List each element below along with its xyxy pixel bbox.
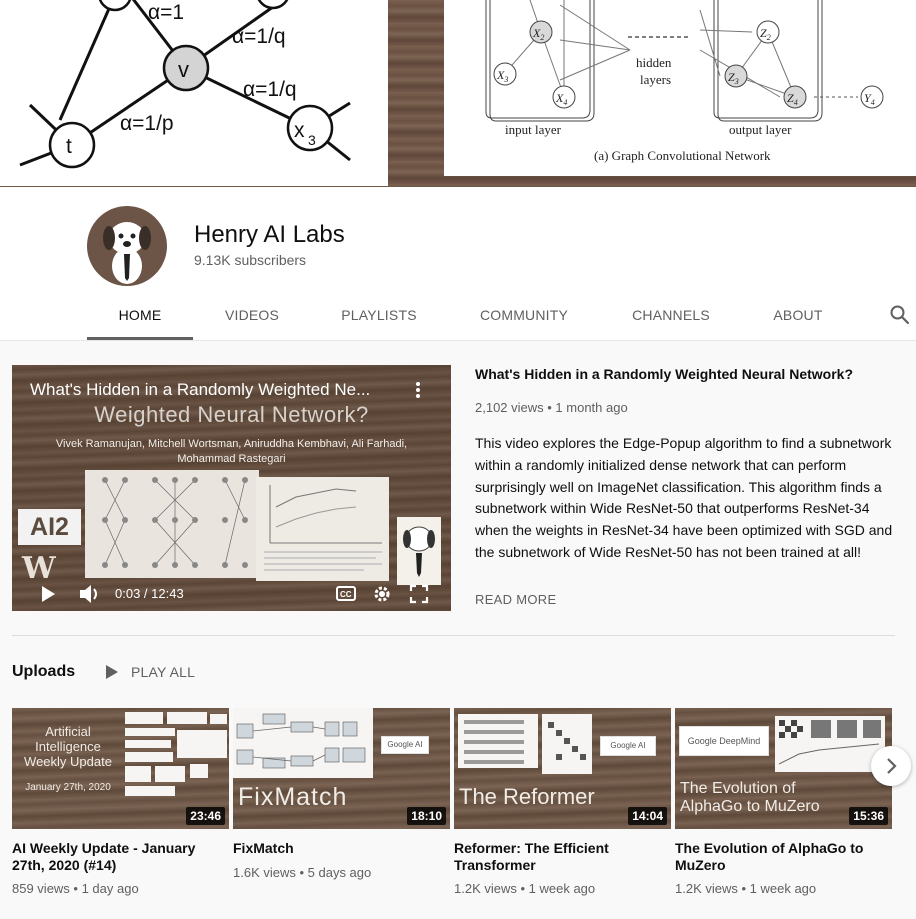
featured-video-title[interactable]: What's Hidden in a Randomly Weighted Neu… — [475, 366, 853, 382]
read-more-link[interactable]: READ MORE — [475, 592, 556, 607]
more-vert-icon[interactable] — [414, 381, 422, 399]
input-layer-label: input layer — [505, 122, 562, 137]
fullscreen-icon[interactable] — [409, 584, 429, 604]
search-icon[interactable] — [888, 303, 912, 327]
tab-home[interactable]: HOME — [87, 296, 193, 336]
video-duration: 15:36 — [849, 807, 888, 825]
featured-video-player[interactable]: Weighted Neural Network? Vivek Ramanujan… — [12, 365, 451, 611]
channel-name: Henry AI Labs — [194, 221, 345, 248]
section-divider — [12, 635, 895, 636]
thumbnail-text: FixMatch — [238, 783, 348, 811]
node-x3-label: x — [294, 119, 305, 142]
subscriber-count: 9.13K subscribers — [194, 252, 307, 268]
play-all-icon — [106, 665, 118, 679]
settings-gear-icon[interactable] — [372, 584, 392, 604]
thumbnail-text: The Evolution of AlphaGo to MuZero — [680, 780, 820, 815]
play-all-label: PLAY ALL — [131, 664, 196, 680]
tab-community[interactable]: COMMUNITY — [465, 296, 583, 336]
captions-icon[interactable]: CC — [336, 586, 356, 601]
uploads-section-title[interactable]: Uploads — [12, 663, 75, 681]
video-card[interactable]: Google DeepMind The Evolution of AlphaGo… — [675, 708, 892, 896]
chevron-right-icon — [887, 758, 897, 774]
uploads-next-button[interactable] — [871, 746, 911, 786]
gcn-caption: (a) Graph Convolutional Network — [594, 148, 771, 163]
thumbnail-text: The Reformer — [459, 784, 595, 809]
tab-channels[interactable]: CHANNELS — [617, 296, 725, 336]
video-meta: 1.2K views • 1 week ago — [675, 881, 817, 896]
label-alpha-1: α=1 — [148, 1, 184, 24]
video-title[interactable]: FixMatch — [233, 840, 443, 857]
video-title[interactable]: Reformer: The Efficient Transformer — [454, 840, 664, 873]
video-thumbnail[interactable]: Google AI FixMatch 18:10 — [233, 708, 450, 829]
video-title[interactable]: AI Weekly Update - January 27th, 2020 (#… — [12, 840, 222, 873]
node-x3-sub: 3 — [308, 132, 316, 148]
player-time: 0:03 / 12:43 — [115, 586, 184, 601]
node-v-label: v — [178, 57, 189, 82]
player-controls: 0:03 / 12:43 CC — [12, 575, 451, 611]
label-alpha-1p: α=1/p — [120, 112, 174, 135]
video-thumbnail[interactable]: Google DeepMind The Evolution of AlphaGo… — [675, 708, 892, 829]
ai2-logo: AI2 — [18, 509, 81, 545]
tab-about[interactable]: ABOUT — [759, 296, 837, 336]
node-t-label: t — [66, 135, 72, 158]
featured-video-meta: 2,102 views • 1 month ago — [475, 400, 628, 415]
video-meta: 1.6K views • 5 days ago — [233, 864, 372, 880]
video-card[interactable]: Artificial Intelligence Weekly Update Ja… — [12, 708, 229, 896]
thumbnail-date: January 27th, 2020 — [25, 782, 111, 793]
svg-text:CC: CC — [340, 590, 352, 599]
player-slide-title: Weighted Neural Network? — [94, 402, 369, 427]
player-authors-line-1: Vivek Ramanujan, Mitchell Wortsman, Anir… — [55, 438, 408, 450]
player-authors-line-2: Mohammad Rastegari — [177, 453, 286, 465]
video-meta: 1.2K views • 1 week ago — [454, 881, 596, 896]
hidden-label-1: hidden — [636, 55, 672, 70]
channel-tabs: HOME VIDEOS PLAYLISTS COMMUNITY CHANNELS… — [0, 296, 916, 340]
label-alpha-1q-top: α=1/q — [232, 25, 286, 48]
google-ai-badge: Google AI — [600, 736, 656, 756]
video-meta: 859 views • 1 day ago — [12, 881, 139, 896]
video-duration: 18:10 — [407, 807, 446, 825]
channel-avatar[interactable] — [87, 206, 167, 286]
label-alpha-1q-mid: α=1/q — [243, 78, 297, 101]
play-icon[interactable] — [40, 585, 56, 603]
banner-diagrams: α=1 α=1/q α=1/q α=1/p v t x 3 X2 X3 X4 Z… — [19, 0, 884, 169]
video-title[interactable]: The Evolution of AlphaGo to MuZero — [675, 840, 885, 873]
featured-video-description: This video explores the Edge-Popup algor… — [475, 435, 893, 560]
volume-icon[interactable] — [78, 583, 102, 605]
player-slide-authors: Vivek Ramanujan, Mitchell Wortsman, Anir… — [12, 437, 451, 467]
video-thumbnail[interactable]: Google AI The Reformer 14:04 — [454, 708, 671, 829]
video-thumbnail[interactable]: Artificial Intelligence Weekly Update Ja… — [12, 708, 229, 829]
player-title-overlay[interactable]: What's Hidden in a Randomly Weighted Ne.… — [30, 380, 370, 400]
video-card[interactable]: Google AI The Reformer 14:04 Reformer: T… — [454, 708, 671, 896]
player-figure-plot — [256, 477, 389, 581]
thumbnail-text: Artificial Intelligence Weekly Update — [24, 724, 112, 769]
player-figure-networks — [85, 470, 259, 578]
dog-avatar-icon — [103, 222, 151, 284]
tab-playlists[interactable]: PLAYLISTS — [325, 296, 433, 336]
google-ai-badge: Google AI — [381, 736, 429, 754]
video-card[interactable]: Google AI FixMatch 18:10 FixMatch 1.6K v… — [233, 708, 450, 880]
video-duration: 23:46 — [186, 807, 225, 825]
channel-banner: α=1 α=1/q α=1/q α=1/p v t x 3 X2 X3 X4 Z… — [0, 0, 916, 187]
video-duration: 14:04 — [628, 807, 667, 825]
output-layer-label: output layer — [729, 122, 792, 137]
node-t — [48, 121, 96, 169]
google-deepmind-badge: Google DeepMind — [679, 726, 769, 756]
tab-videos[interactable]: VIDEOS — [203, 296, 301, 336]
hidden-label-2: layers — [640, 72, 671, 87]
